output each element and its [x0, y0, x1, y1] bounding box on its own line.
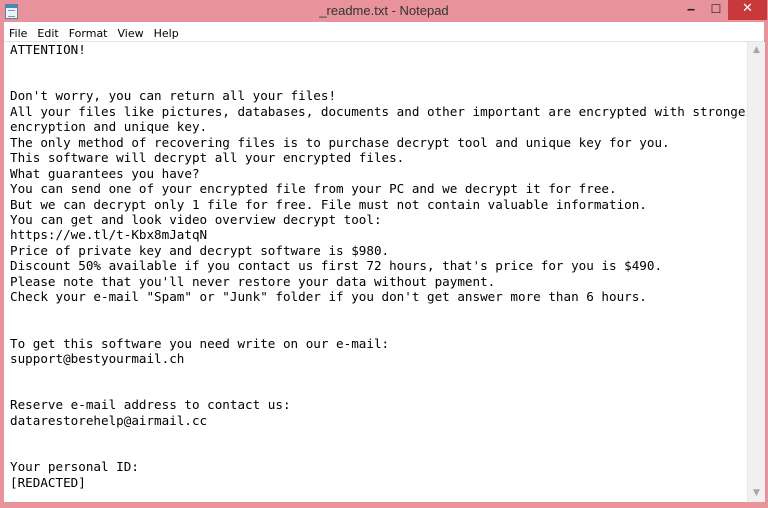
text-line: Please note that you'll never restore yo…: [10, 273, 496, 289]
text-line: But we can decrypt only 1 file for free.…: [10, 196, 647, 212]
menu-bar: File Edit Format View Help: [4, 22, 764, 42]
menu-edit[interactable]: Edit: [32, 24, 63, 43]
text-line: Discount 50% available if you contact us…: [10, 258, 663, 274]
text-line: This software will decrypt all your encr…: [10, 150, 405, 166]
close-button[interactable]: ✕: [728, 0, 767, 20]
vertical-scrollbar[interactable]: ▲ ▼: [747, 42, 765, 502]
scroll-up-arrow-icon[interactable]: ▲: [748, 42, 765, 59]
text-line: Your personal ID:: [10, 459, 139, 475]
maximize-button[interactable]: ☐: [704, 0, 728, 20]
text-line: support@bestyourmail.ch: [10, 351, 185, 367]
menu-view[interactable]: View: [113, 24, 149, 43]
text-line: Don't worry, you can return all your fil…: [10, 88, 337, 104]
text-line: [REDACTED]: [10, 474, 86, 490]
document-text[interactable]: ATTENTION! Don't worry, you can return a…: [4, 42, 747, 490]
window-title: _readme.txt - Notepad: [319, 3, 449, 18]
menu-help[interactable]: Help: [149, 24, 184, 43]
scroll-down-arrow-icon[interactable]: ▼: [748, 485, 765, 502]
text-line: Check your e-mail "Spam" or "Junk" folde…: [10, 289, 647, 305]
text-line: You can get and look video overview decr…: [10, 211, 382, 227]
text-line: Price of private key and decrypt softwar…: [10, 242, 390, 258]
text-editor-area[interactable]: ATTENTION! Don't worry, you can return a…: [4, 42, 747, 502]
minimize-button[interactable]: ‒: [678, 0, 704, 20]
text-line: datarestorehelp@airmail.cc: [10, 412, 208, 428]
text-line: The only method of recovering files is t…: [10, 134, 670, 150]
text-line: You can send one of your encrypted file …: [10, 181, 617, 197]
text-line: https://we.tl/t-Kbx8mJatqN: [10, 227, 208, 243]
notepad-window: _readme.txt - Notepad ‒ ☐ ✕ File Edit Form…: [0, 0, 768, 508]
menu-format[interactable]: Format: [64, 24, 113, 43]
text-line: encryption and unique key.: [10, 119, 208, 135]
text-line: What guarantees you have?: [10, 165, 200, 181]
text-line: To get this software you need write on o…: [10, 335, 390, 351]
text-line: Reserve e-mail address to contact us:: [10, 397, 291, 413]
text-line: All your files like pictures, databases,…: [10, 103, 747, 119]
menu-file[interactable]: File: [4, 24, 32, 43]
text-line: ATTENTION!: [10, 42, 86, 57]
window-bottom-border: [0, 502, 768, 508]
title-bar[interactable]: _readme.txt - Notepad ‒ ☐ ✕: [0, 0, 768, 22]
